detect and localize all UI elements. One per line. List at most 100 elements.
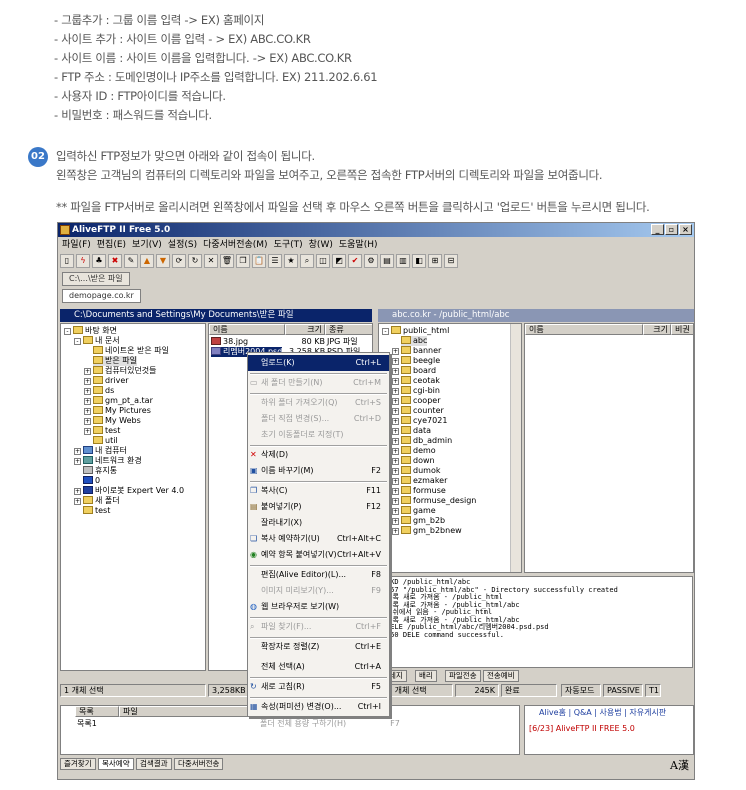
minimize-button[interactable]: _	[651, 224, 664, 235]
bookmark-icon[interactable]: ★	[284, 254, 298, 268]
news-links[interactable]: Alive홈 | Q&A | 사용법 | 자유게시판	[539, 708, 666, 718]
menu-file[interactable]: 파일(F)	[62, 238, 91, 252]
menu-item-get-subfolders[interactable]: 하위 폴더 가져오기(Q) Ctrl+S	[248, 395, 389, 411]
tree-item[interactable]: - 바탕 화면	[64, 326, 117, 336]
copy-icon[interactable]: ❐	[236, 254, 250, 268]
menu-window[interactable]: 창(W)	[309, 238, 333, 252]
tree-item[interactable]: 휴지통	[83, 466, 117, 476]
bottom-tab-favorites[interactable]: 즐겨찾기	[60, 758, 96, 770]
log-tab-queue[interactable]: 전송예비	[483, 670, 519, 682]
remote-folder-tree[interactable]: - public_html abc + banner + beegle + board …	[378, 323, 522, 573]
tree-item[interactable]: + 네트워크 환경	[74, 456, 142, 466]
tree-item[interactable]: test	[83, 506, 110, 516]
tree-item[interactable]: + 내 컴퓨터	[74, 446, 127, 456]
tree-item[interactable]: + formuse_design	[392, 496, 476, 506]
bottom-tab-multiserver[interactable]: 다중서버전송	[174, 758, 224, 770]
tree-item[interactable]: + demo	[392, 446, 436, 456]
col-header-size[interactable]: 크기	[285, 324, 325, 335]
disconnect-icon[interactable]: ✖	[108, 254, 122, 268]
menu-item-reserve-copy[interactable]: ❏ 복사 예약하기(U) Ctrl+Alt+C	[248, 531, 389, 547]
tree-item[interactable]: + My Pictures	[84, 406, 151, 416]
col-header-permission[interactable]: 비권	[671, 324, 693, 335]
menu-item-preview[interactable]: 이미지 미리보기(Y)... F9	[248, 583, 389, 599]
tree-item[interactable]: 네이트온 받은 파일	[93, 346, 169, 356]
filter-icon[interactable]: ✔	[348, 254, 362, 268]
tree-item[interactable]: + My Webs	[84, 416, 141, 426]
remote-file-list[interactable]: 이름 크기 비권	[524, 323, 694, 573]
menu-item-cut[interactable]: 잘라내기(X)	[248, 515, 389, 531]
paste-icon[interactable]: 📋	[252, 254, 266, 268]
tree-item[interactable]: + 바이로봇 Expert Ver 4.0	[74, 486, 184, 496]
menu-settings[interactable]: 설정(S)	[168, 238, 197, 252]
remote-tree-scrollbar[interactable]	[510, 324, 521, 572]
menu-item-edit[interactable]: 편집(Alive Editor)(L)... F8	[248, 567, 389, 583]
tree-item[interactable]: + gm_b2bnew	[392, 526, 462, 536]
tree-item[interactable]: -내 문서	[74, 336, 120, 346]
tree-item-selected[interactable]: abc	[401, 336, 428, 346]
menu-item-sort-extension[interactable]: 확장자로 정렬(Z) Ctrl+E	[248, 639, 389, 655]
download-icon[interactable]: ▼	[156, 254, 170, 268]
tree-item[interactable]: + db_admin	[392, 436, 452, 446]
news-item[interactable]: [6/23] AliveFTP II FREE 5.0	[529, 724, 635, 734]
tree-item[interactable]: + formuse	[392, 486, 446, 496]
menu-item-upload[interactable]: 업로드(K) Ctrl+L	[248, 355, 389, 371]
menu-item-change-folder[interactable]: 폴더 직접 변경(S)... Ctrl+D	[248, 411, 389, 427]
upload-icon[interactable]: ▲	[140, 254, 154, 268]
sync-icon[interactable]: ⟳	[172, 254, 186, 268]
new-icon[interactable]: ▯	[60, 254, 74, 268]
menu-view[interactable]: 보기(V)	[132, 238, 162, 252]
log-tab-transfer[interactable]: 파일전송	[445, 670, 481, 682]
tree-item[interactable]: + cgi-bin	[392, 386, 440, 396]
col-header-type[interactable]: 종류	[325, 324, 372, 335]
find-icon[interactable]: ⌕	[300, 254, 314, 268]
log-tab-error[interactable]: 배리	[415, 670, 437, 682]
layout-split-icon[interactable]: ◧	[412, 254, 426, 268]
menu-item-delete[interactable]: ✕ 삭제(D)	[248, 447, 389, 463]
menu-item-new-folder[interactable]: ▭ 새 폴더 만들기(N) Ctrl+M	[248, 375, 389, 391]
menu-tools[interactable]: 도구(T)	[274, 238, 303, 252]
tree-item[interactable]: + board	[392, 366, 436, 376]
view-icon[interactable]: ◫	[316, 254, 330, 268]
tree-item[interactable]: + cye7021	[392, 416, 447, 426]
tree-item[interactable]: + ezmaker	[392, 476, 447, 486]
menu-item-folder-size[interactable]: 폴더 전체 용량 구하기(H) F7	[260, 718, 400, 729]
tree-item[interactable]: + game	[392, 506, 436, 516]
tree-item[interactable]: + ceotak	[392, 376, 440, 386]
menu-item-set-initial-folder[interactable]: 초기 이동폴더로 지정(T)	[248, 427, 389, 443]
menu-item-refresh[interactable]: ↻ 새로 고침(R) F5	[248, 679, 389, 695]
info-icon[interactable]: ⊟	[444, 254, 458, 268]
maximize-button[interactable]: ▫	[665, 224, 678, 235]
col-header-name[interactable]: 이름	[525, 324, 643, 335]
tree-item[interactable]: + dumok	[392, 466, 440, 476]
queue-icon[interactable]: ☰	[268, 254, 282, 268]
tree-item[interactable]: + gm_pt_a.tar	[84, 396, 153, 406]
menu-item-copy[interactable]: ❐ 복사(C) F11	[248, 483, 389, 499]
refresh-icon[interactable]: ↻	[188, 254, 202, 268]
menu-item-properties[interactable]: ▦ 속성(퍼미션) 변경(O)... Ctrl+I	[248, 699, 389, 715]
layout-h-icon[interactable]: ▤	[380, 254, 394, 268]
tree-item[interactable]: + data	[392, 426, 431, 436]
menu-help[interactable]: 도움말(H)	[339, 238, 378, 252]
gear-icon[interactable]: ⚙	[364, 254, 378, 268]
edit-icon[interactable]: ✎	[124, 254, 138, 268]
menu-item-browser-view[interactable]: ◍ 웹 브라우저로 보기(W)	[248, 599, 389, 615]
menu-edit[interactable]: 편집(E)	[97, 238, 126, 252]
close-button[interactable]: ×	[679, 224, 692, 235]
bottom-tab-copy-queue[interactable]: 복사예약	[98, 758, 134, 770]
menu-item-select-all[interactable]: 전체 선택(A) Ctrl+A	[248, 659, 389, 675]
tree-item[interactable]: + test	[84, 426, 120, 436]
local-folder-tree[interactable]: - 바탕 화면 -내 문서 네이트온 받은 파일 받은 파일 + 컴퓨터있던것들 +…	[60, 323, 206, 671]
tree-item[interactable]: + driver	[84, 376, 129, 386]
tree-item[interactable]: + gm_b2b	[392, 516, 445, 526]
col-header-size[interactable]: 크기	[643, 324, 671, 335]
tree-item[interactable]: + 새 폴더	[74, 496, 120, 506]
editor-icon[interactable]: ⊞	[428, 254, 442, 268]
tree-item[interactable]: + ds	[84, 386, 114, 396]
tree-item[interactable]: + banner	[392, 346, 441, 356]
layout-v-icon[interactable]: ▥	[396, 254, 410, 268]
tree-item[interactable]: + 컴퓨터있던것들	[84, 366, 157, 376]
tree-item[interactable]: + counter	[392, 406, 444, 416]
menu-item-rename[interactable]: ▣ 이름 바꾸기(M) F2	[248, 463, 389, 479]
menu-item-paste-reserved[interactable]: ◉ 예약 항목 붙여넣기(V) Ctrl+Alt+V	[248, 547, 389, 563]
option-icon[interactable]: ◩	[332, 254, 346, 268]
